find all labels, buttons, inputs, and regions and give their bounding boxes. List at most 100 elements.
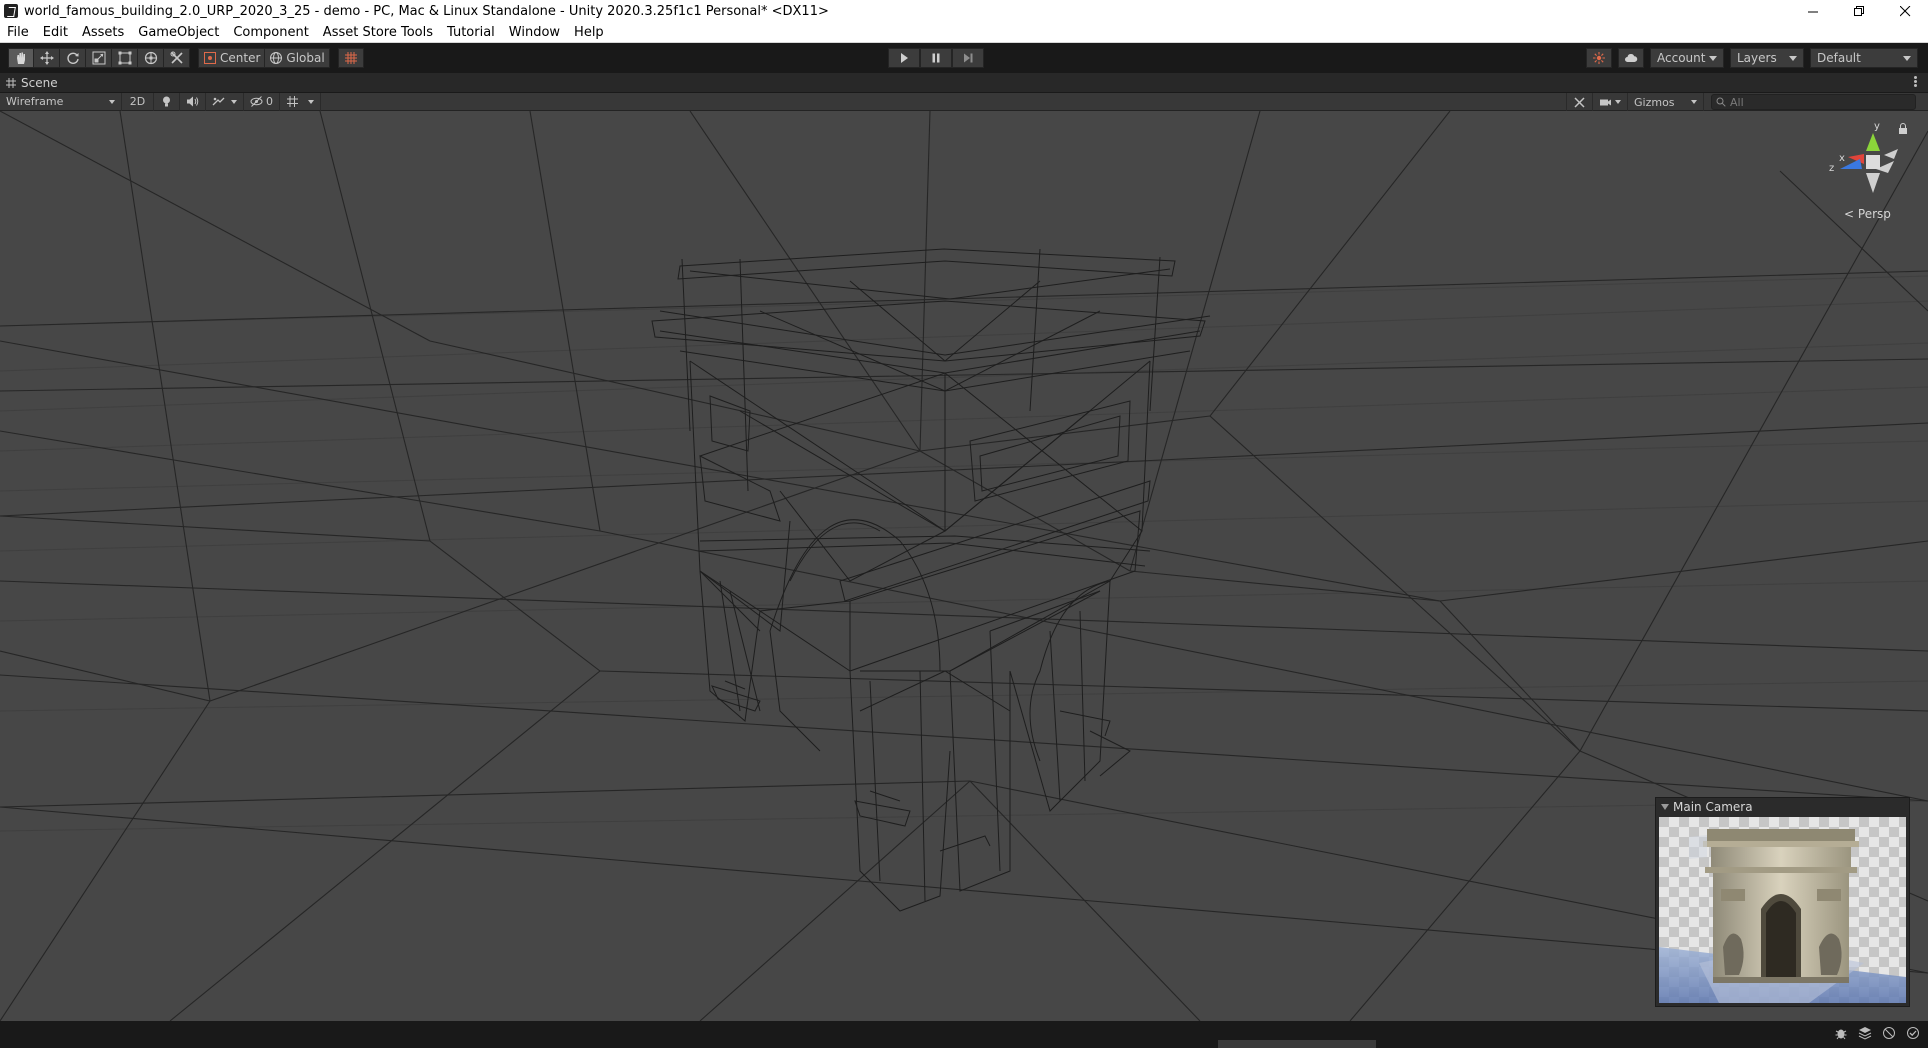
effects-icon — [212, 97, 225, 106]
grid-snap-button[interactable] — [337, 48, 364, 68]
grid-visibility-dropdown[interactable] — [280, 92, 321, 111]
unity-app-icon — [4, 4, 18, 18]
globe-icon — [270, 52, 283, 64]
draw-mode-label: Wireframe — [6, 95, 64, 108]
cloud-icon — [1625, 54, 1638, 62]
toggle-2d-button[interactable]: 2D — [122, 92, 154, 111]
speaker-icon — [187, 96, 199, 107]
custom-tool-button[interactable] — [164, 48, 190, 68]
toolbar-right: Account Layers Default — [1586, 48, 1918, 68]
pivot-controls: Center Global — [198, 48, 330, 68]
menu-file[interactable]: File — [0, 22, 36, 43]
camera-preview-header[interactable]: Main Camera — [1656, 798, 1909, 815]
menu-help[interactable]: Help — [567, 22, 611, 43]
tab-scene[interactable]: Scene — [6, 76, 58, 90]
wireframe-scene — [0, 111, 1928, 1021]
lock-icon[interactable] — [1898, 123, 1908, 134]
taskbar-scroll-thumb[interactable] — [1218, 1040, 1376, 1048]
scale-tool-button[interactable] — [86, 48, 112, 68]
tab-more-icon[interactable] — [1914, 76, 1918, 90]
layout-label: Default — [1817, 51, 1861, 65]
layers-label: Layers — [1737, 51, 1777, 65]
menu-assets[interactable]: Assets — [75, 22, 131, 43]
search-placeholder: All — [1730, 95, 1744, 109]
pivot-rotation-button[interactable]: Global — [265, 48, 330, 68]
menu-tutorial[interactable]: Tutorial — [440, 22, 502, 43]
play-button[interactable] — [888, 48, 920, 68]
camera-preview-panel: Main Camera — [1655, 797, 1910, 1007]
camera-preview-title: Main Camera — [1673, 799, 1753, 814]
chevron-down-icon — [1615, 100, 1621, 104]
play-icon — [901, 53, 908, 63]
effects-dropdown[interactable] — [206, 92, 244, 111]
scene-viewport[interactable]: y x z < Persp Main Camera — [0, 111, 1928, 1021]
pivot-rotation-label: Global — [286, 51, 325, 65]
chevron-down-icon — [1691, 100, 1697, 104]
rotate-icon — [66, 52, 79, 64]
chevron-down-icon — [1789, 55, 1797, 61]
grid-snap-icon — [344, 52, 357, 64]
auto-generate-lighting-icon[interactable] — [1882, 1026, 1896, 1040]
minimize-button[interactable] — [1790, 0, 1836, 22]
menu-gameobject[interactable]: GameObject — [131, 22, 226, 43]
audio-toggle[interactable] — [180, 92, 206, 111]
account-label: Account — [1657, 51, 1706, 65]
scene-tab-bar: Scene — [0, 73, 1928, 93]
restore-button[interactable] — [1836, 0, 1882, 22]
rect-tool-button[interactable] — [112, 48, 138, 68]
wrench-icon — [1574, 96, 1585, 108]
menu-asset-store-tools[interactable]: Asset Store Tools — [316, 22, 440, 43]
pivot-mode-button[interactable]: Center — [198, 48, 266, 68]
hand-tool-button[interactable] — [8, 48, 34, 68]
main-toolbar: Center Global Account Layers Default — [0, 43, 1928, 73]
layers-stack-icon[interactable] — [1858, 1026, 1872, 1040]
camera-settings-dropdown[interactable] — [1593, 93, 1628, 111]
gizmos-label: Gizmos — [1634, 95, 1675, 109]
collab-button[interactable] — [1586, 48, 1612, 68]
move-tool-button[interactable] — [34, 48, 60, 68]
chevron-down-icon — [109, 99, 115, 104]
axis-y-cone[interactable] — [1866, 133, 1880, 151]
transform-tool-button[interactable] — [138, 48, 164, 68]
cloud-button[interactable] — [1618, 48, 1644, 68]
gizmo-center-cube[interactable] — [1866, 155, 1880, 169]
menu-component[interactable]: Component — [226, 22, 315, 43]
lightbulb-icon — [163, 96, 170, 107]
hidden-objects-toggle[interactable]: 0 — [244, 92, 280, 111]
account-dropdown[interactable]: Account — [1650, 48, 1724, 68]
status-bar — [0, 1021, 1928, 1048]
orientation-gizmo[interactable]: y x z — [1828, 121, 1908, 221]
axis-neg-y-cone[interactable] — [1866, 173, 1880, 193]
scene-tools-button[interactable] — [1566, 93, 1593, 111]
step-button[interactable] — [952, 48, 984, 68]
chevron-down-icon — [308, 99, 314, 104]
axis-neg-z-cone[interactable] — [1884, 149, 1898, 159]
scene-grid-icon — [6, 77, 16, 88]
toggle-2d-label: 2D — [129, 95, 146, 108]
services-icon — [1593, 52, 1605, 64]
close-button[interactable] — [1882, 0, 1928, 22]
lighting-toggle[interactable] — [154, 92, 180, 111]
window-title: world_famous_building_2.0_URP_2020_3_25 … — [24, 3, 829, 19]
layers-dropdown[interactable]: Layers — [1730, 48, 1804, 68]
axis-x-label: x — [1839, 153, 1845, 164]
close-icon — [1899, 5, 1910, 16]
layout-dropdown[interactable]: Default — [1810, 48, 1918, 68]
pause-icon — [932, 53, 940, 63]
menu-edit[interactable]: Edit — [36, 22, 75, 43]
menu-window[interactable]: Window — [502, 22, 567, 43]
gizmos-dropdown[interactable]: Gizmos — [1628, 93, 1704, 111]
bug-icon[interactable] — [1834, 1026, 1848, 1040]
chevron-down-icon — [231, 99, 237, 104]
camera-render-preview — [1659, 817, 1906, 1003]
title-bar: world_famous_building_2.0_URP_2020_3_25 … — [0, 0, 1928, 22]
check-circle-icon[interactable] — [1906, 1026, 1920, 1040]
pivot-mode-label: Center — [220, 51, 261, 65]
projection-toggle[interactable]: < Persp — [1844, 207, 1891, 221]
rotate-tool-button[interactable] — [60, 48, 86, 68]
draw-mode-dropdown[interactable]: Wireframe — [0, 92, 122, 111]
scene-search-input[interactable]: All — [1711, 94, 1916, 110]
pivot-center-icon — [204, 52, 216, 64]
transform-icon — [144, 51, 157, 65]
pause-button[interactable] — [920, 48, 952, 68]
